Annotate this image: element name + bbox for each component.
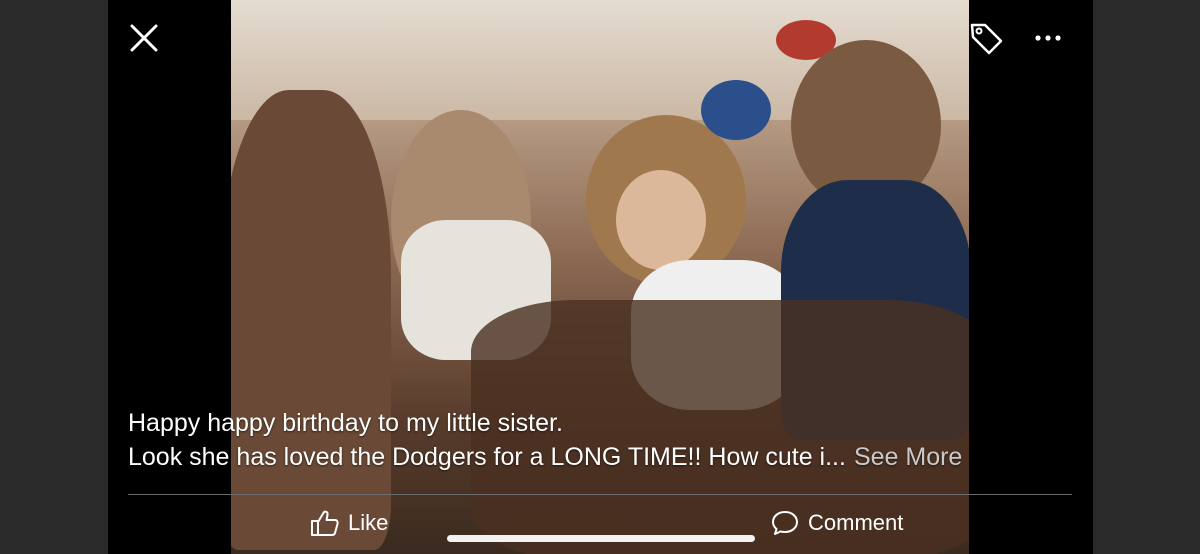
caption-line-2-text: Look she has loved the Dodgers for a LON… (128, 443, 846, 471)
tag-icon (970, 23, 1003, 55)
photo-girl-face (616, 170, 706, 270)
post-caption: Happy happy birthday to my little sister… (128, 406, 1078, 474)
comment-bubble-icon (772, 511, 798, 535)
caption-line-2: Look she has loved the Dodgers for a LON… (128, 440, 1078, 474)
comment-label: Comment (808, 510, 904, 535)
see-more-link[interactable]: See More (854, 443, 962, 471)
home-indicator[interactable] (447, 535, 755, 542)
thumbs-up-icon (311, 510, 339, 536)
photo-person-left (231, 90, 391, 550)
photo-blue-cap (701, 80, 771, 140)
divider (128, 494, 1072, 495)
top-bar (108, 0, 1093, 80)
close-icon (130, 24, 158, 52)
like-button[interactable]: Like (310, 509, 388, 537)
photo-viewer: Happy happy birthday to my little sister… (108, 0, 1093, 554)
more-options-button[interactable] (1028, 18, 1068, 58)
close-button[interactable] (124, 18, 164, 58)
like-label: Like (348, 510, 389, 535)
more-dots-icon (1035, 35, 1061, 41)
tag-button[interactable] (964, 16, 1008, 60)
comment-button[interactable]: Comment (770, 509, 903, 537)
caption-line-1: Happy happy birthday to my little sister… (128, 409, 563, 437)
